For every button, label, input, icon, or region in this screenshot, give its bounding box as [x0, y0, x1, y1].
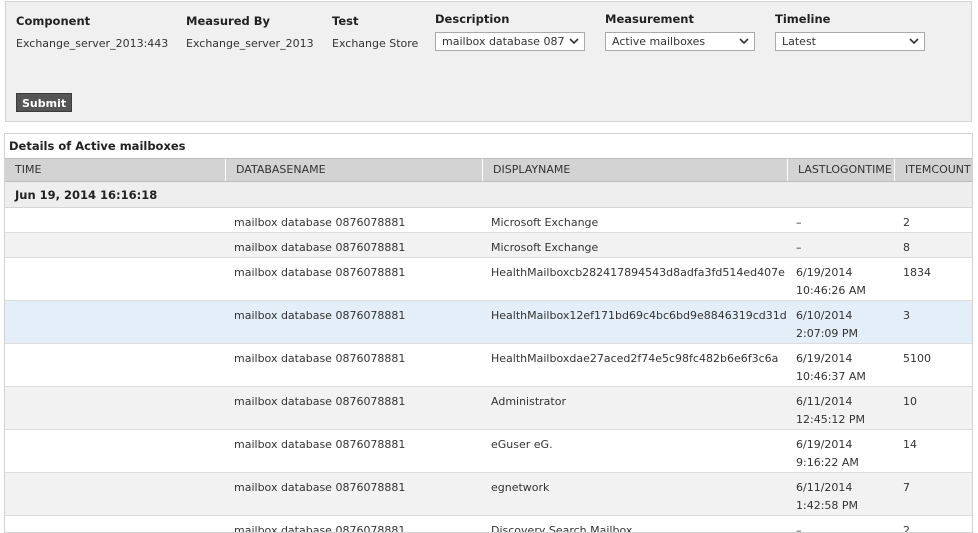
component-value: Exchange_server_2013:443	[16, 37, 169, 50]
database-name-cell: mailbox database 0876078881	[234, 241, 406, 254]
item-count-cell: 10	[903, 395, 917, 408]
last-logon-cell: –	[796, 214, 802, 232]
table-row[interactable]: mailbox database 0876078881 eGuser eG. 6/1…	[5, 430, 972, 473]
component-column: Component Exchange_server_2013:443	[16, 14, 168, 50]
table-row[interactable]: mailbox database 0876078881 Microsoft Exc…	[5, 233, 972, 258]
last-logon-date: 6/11/2014	[796, 395, 853, 408]
last-logon-date: –	[796, 241, 802, 254]
component-label: Component	[16, 14, 91, 28]
display-name-cell: egnetwork	[491, 481, 550, 494]
display-name-cell: HealthMailboxdae27aced2f74e5c98fc482b6e6…	[491, 352, 779, 365]
description-selected-value: mailbox database 087	[442, 35, 565, 48]
last-logon-time: 12:45:12 PM	[796, 413, 866, 426]
last-logon-date: 6/19/2014	[796, 438, 853, 451]
database-name-cell: mailbox database 0876078881	[234, 524, 406, 533]
measured-by-column: Measured By Exchange_server_2013	[186, 14, 314, 50]
details-title: Details of Active mailboxes	[9, 139, 186, 153]
last-logon-date: 6/11/2014	[796, 481, 853, 494]
table-row[interactable]: mailbox database 0876078881 HealthMailbox…	[5, 301, 972, 344]
last-logon-cell: 6/19/2014 9:16:22 AM	[796, 436, 859, 472]
filter-panel: Component Exchange_server_2013:443 Measu…	[5, 1, 972, 122]
item-count-cell: 7	[903, 481, 910, 494]
column-header-lastlogontime[interactable]: LASTLOGONTIME	[787, 159, 894, 181]
last-logon-time: 1:42:58 PM	[796, 499, 859, 512]
display-name-cell: Microsoft Exchange	[491, 216, 599, 229]
timeline-label: Timeline	[775, 12, 831, 26]
measurement-label: Measurement	[605, 12, 694, 26]
display-name-cell: HealthMailboxcb282417894543d8adfa3fd514e…	[491, 266, 785, 279]
last-logon-cell: 6/11/2014 1:42:58 PM	[796, 479, 858, 515]
last-logon-time: 10:46:26 AM	[796, 284, 866, 297]
measured-by-value: Exchange_server_2013	[186, 37, 314, 50]
chevron-down-icon	[739, 38, 749, 45]
database-name-cell: mailbox database 0876078881	[234, 438, 406, 451]
test-column: Test Exchange Store	[332, 14, 418, 50]
database-name-cell: mailbox database 0876078881	[234, 481, 406, 494]
table-header: TIME DATABASENAME DISPLAYNAME LASTLOGONT…	[5, 158, 972, 182]
column-header-displayname[interactable]: DISPLAYNAME	[482, 159, 787, 181]
table-row[interactable]: mailbox database 0876078881 Administrator…	[5, 387, 972, 430]
column-header-itemcount[interactable]: ITEMCOUNT	[894, 159, 972, 181]
database-name-cell: mailbox database 0876078881	[234, 395, 406, 408]
table-row[interactable]: mailbox database 0876078881 egnetwork 6/11…	[5, 473, 972, 516]
item-count-cell: 8	[903, 241, 910, 254]
database-name-cell: mailbox database 0876078881	[234, 352, 406, 365]
last-logon-time: 2:07:09 PM	[796, 327, 859, 340]
column-header-time[interactable]: TIME	[5, 159, 225, 181]
measurement-selected-value: Active mailboxes	[612, 35, 706, 48]
display-name-cell: eGuser eG.	[491, 438, 553, 451]
table-row[interactable]: mailbox database 0876078881 Microsoft Exc…	[5, 208, 972, 233]
database-name-cell: mailbox database 0876078881	[234, 216, 406, 229]
table-row[interactable]: mailbox database 0876078881 Discovery Sea…	[5, 516, 972, 533]
item-count-cell: 3	[903, 309, 910, 322]
submit-button[interactable]: Submit	[16, 93, 73, 112]
timeline-select[interactable]: Latest	[775, 32, 925, 51]
last-logon-cell: –	[796, 239, 802, 257]
details-section: Details of Active mailboxes TIME DATABAS…	[4, 133, 973, 533]
last-logon-time: 9:16:22 AM	[796, 456, 859, 469]
column-header-databasename[interactable]: DATABASENAME	[225, 159, 482, 181]
chevron-down-icon	[569, 38, 579, 45]
description-label: Description	[435, 12, 510, 26]
last-logon-date: –	[796, 216, 802, 229]
item-count-cell: 2	[903, 216, 910, 229]
display-name-cell: HealthMailbox12ef171bd69c4bc6bd9e8846319…	[491, 309, 787, 322]
last-logon-cell: 6/19/2014 10:46:37 AM	[796, 350, 866, 386]
item-count-cell: 1834	[903, 266, 931, 279]
description-select[interactable]: mailbox database 087	[435, 32, 585, 51]
display-name-cell: Microsoft Exchange	[491, 241, 599, 254]
measured-by-label: Measured By	[186, 14, 271, 28]
last-logon-date: 6/10/2014	[796, 309, 853, 322]
display-name-cell: Discovery Search Mailbox	[491, 524, 633, 533]
table-row[interactable]: mailbox database 0876078881 HealthMailbox…	[5, 344, 972, 387]
timeline-selected-value: Latest	[782, 35, 816, 48]
chevron-down-icon	[909, 38, 919, 45]
group-time: Jun 19, 2014 16:16:18	[15, 188, 158, 202]
database-name-cell: mailbox database 0876078881	[234, 266, 406, 279]
last-logon-time: 10:46:37 AM	[796, 370, 866, 383]
last-logon-date: –	[796, 524, 802, 533]
test-value: Exchange Store	[332, 37, 419, 50]
last-logon-date: 6/19/2014	[796, 352, 853, 365]
display-name-cell: Administrator	[491, 395, 566, 408]
last-logon-cell: 6/10/2014 2:07:09 PM	[796, 307, 858, 343]
item-count-cell: 14	[903, 438, 917, 451]
last-logon-date: 6/19/2014	[796, 266, 853, 279]
last-logon-cell: 6/11/2014 12:45:12 PM	[796, 393, 865, 429]
group-row: Jun 19, 2014 16:16:18	[5, 182, 972, 208]
last-logon-cell: –	[796, 522, 802, 533]
item-count-cell: 2	[903, 524, 910, 533]
table-row[interactable]: mailbox database 0876078881 HealthMailbox…	[5, 258, 972, 301]
database-name-cell: mailbox database 0876078881	[234, 309, 406, 322]
item-count-cell: 5100	[903, 352, 931, 365]
last-logon-cell: 6/19/2014 10:46:26 AM	[796, 264, 866, 300]
test-label: Test	[332, 14, 359, 28]
measurement-select[interactable]: Active mailboxes	[605, 32, 755, 51]
